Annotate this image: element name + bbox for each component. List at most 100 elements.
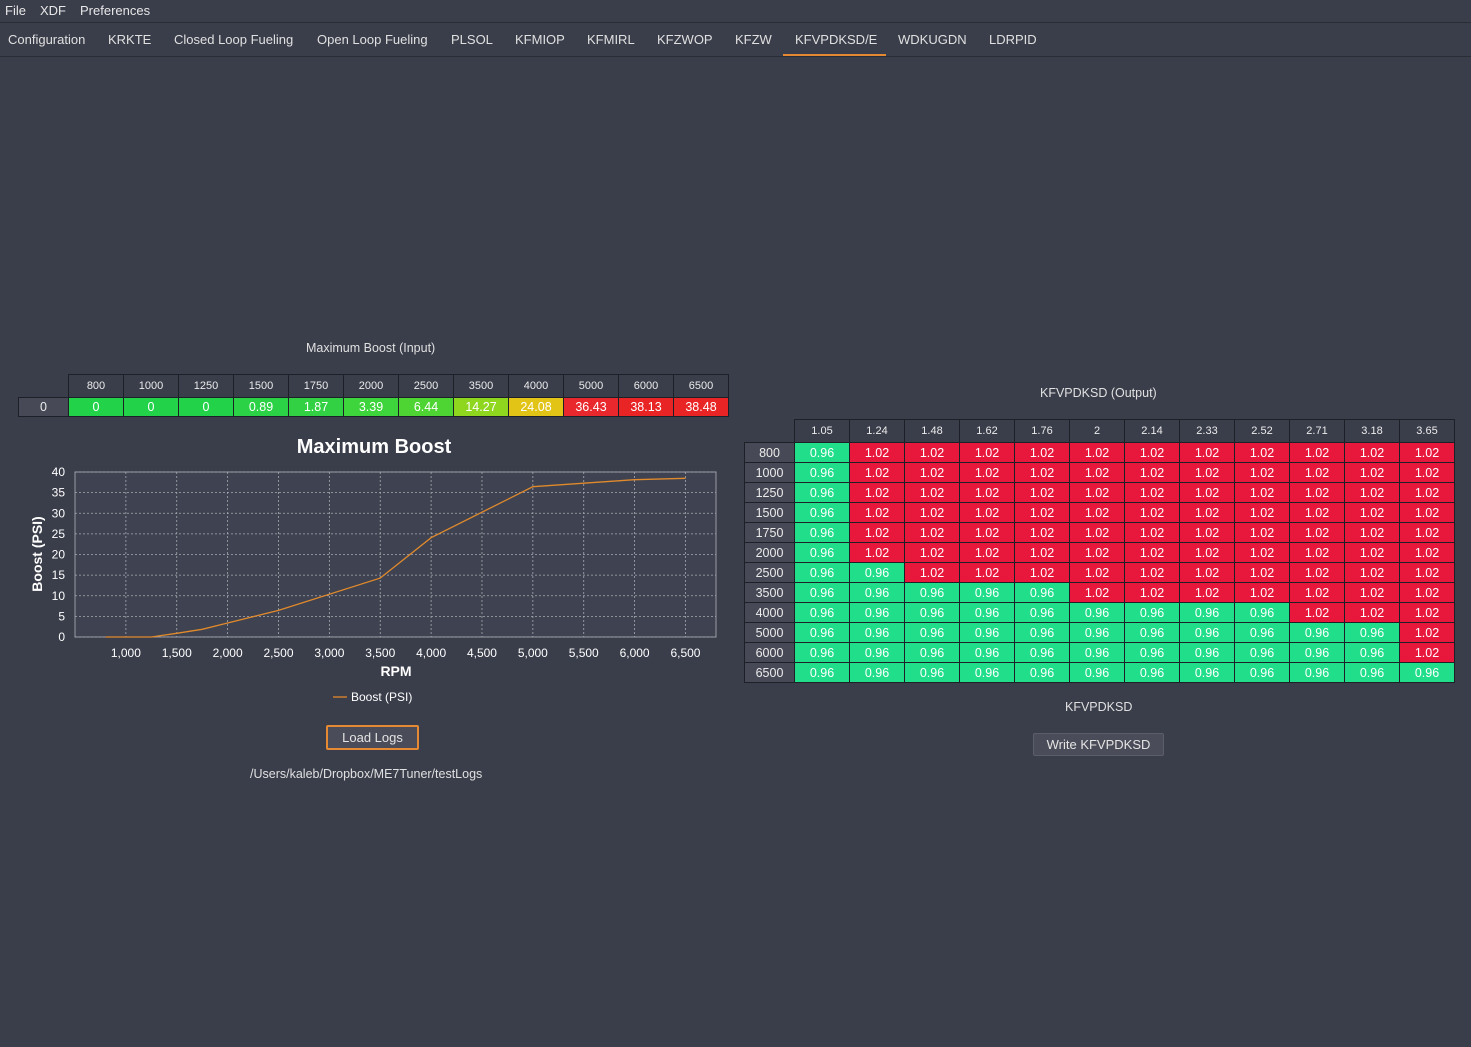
output-cell[interactable]: 1.02 [1234, 562, 1290, 583]
input-cell[interactable]: 38.48 [673, 397, 729, 417]
output-cell[interactable]: 0.96 [1234, 642, 1290, 663]
input-cell[interactable]: 24.08 [508, 397, 564, 417]
output-cell[interactable]: 1.02 [1399, 562, 1455, 583]
output-cell[interactable]: 1.02 [959, 482, 1015, 503]
tab-closed-loop-fueling[interactable]: Closed Loop Fueling [172, 32, 295, 56]
output-cell[interactable]: 1.02 [1014, 502, 1070, 523]
output-cell[interactable]: 0.96 [794, 442, 850, 463]
output-cell[interactable]: 1.02 [1289, 522, 1345, 543]
input-cell[interactable]: 0 [178, 397, 234, 417]
tab-kfzwop[interactable]: KFZWOP [655, 32, 715, 56]
output-cell[interactable]: 1.02 [1069, 442, 1125, 463]
output-cell[interactable]: 0.96 [849, 662, 905, 683]
output-cell[interactable]: 1.02 [1399, 482, 1455, 503]
output-cell[interactable]: 0.96 [1179, 602, 1235, 623]
input-cell[interactable]: 3.39 [343, 397, 399, 417]
output-cell[interactable]: 1.02 [1124, 522, 1180, 543]
menu-file[interactable]: File [5, 3, 26, 18]
output-cell[interactable]: 1.02 [849, 502, 905, 523]
tab-configuration[interactable]: Configuration [6, 32, 87, 56]
output-cell[interactable]: 1.02 [1124, 582, 1180, 603]
input-cell[interactable]: 6.44 [398, 397, 454, 417]
tab-krkte[interactable]: KRKTE [106, 32, 153, 56]
output-cell[interactable]: 1.02 [1234, 582, 1290, 603]
output-cell[interactable]: 1.02 [904, 482, 960, 503]
tab-plsol[interactable]: PLSOL [449, 32, 495, 56]
output-cell[interactable]: 0.96 [1069, 622, 1125, 643]
output-cell[interactable]: 1.02 [1179, 562, 1235, 583]
input-cell[interactable]: 0 [123, 397, 179, 417]
output-cell[interactable]: 0.96 [904, 662, 960, 683]
output-cell[interactable]: 1.02 [1399, 542, 1455, 563]
output-cell[interactable]: 0.96 [904, 622, 960, 643]
output-cell[interactable]: 1.02 [1124, 562, 1180, 583]
output-cell[interactable]: 1.02 [1124, 442, 1180, 463]
output-cell[interactable]: 1.02 [1069, 462, 1125, 483]
output-cell[interactable]: 1.02 [1179, 442, 1235, 463]
output-cell[interactable]: 1.02 [1234, 442, 1290, 463]
output-cell[interactable]: 0.96 [1124, 602, 1180, 623]
output-cell[interactable]: 1.02 [849, 442, 905, 463]
output-cell[interactable]: 1.02 [849, 522, 905, 543]
output-cell[interactable]: 1.02 [1124, 482, 1180, 503]
output-cell[interactable]: 0.96 [849, 642, 905, 663]
output-cell[interactable]: 1.02 [1289, 502, 1345, 523]
write-kfvpdksd-button[interactable]: Write KFVPDKSD [1033, 733, 1164, 756]
output-cell[interactable]: 0.96 [794, 622, 850, 643]
output-cell[interactable]: 0.96 [794, 482, 850, 503]
output-cell[interactable]: 0.96 [1289, 662, 1345, 683]
output-cell[interactable]: 1.02 [1399, 502, 1455, 523]
output-cell[interactable]: 1.02 [1234, 462, 1290, 483]
output-cell[interactable]: 0.96 [1234, 622, 1290, 643]
tab-open-loop-fueling[interactable]: Open Loop Fueling [315, 32, 430, 56]
output-cell[interactable]: 0.96 [904, 582, 960, 603]
output-cell[interactable]: 1.02 [1069, 542, 1125, 563]
output-cell[interactable]: 0.96 [904, 602, 960, 623]
input-cell[interactable]: 14.27 [453, 397, 509, 417]
output-cell[interactable]: 1.02 [1344, 462, 1400, 483]
output-cell[interactable]: 0.96 [959, 582, 1015, 603]
output-cell[interactable]: 1.02 [1014, 462, 1070, 483]
output-cell[interactable]: 0.96 [849, 602, 905, 623]
output-cell[interactable]: 1.02 [959, 522, 1015, 543]
output-cell[interactable]: 1.02 [1399, 602, 1455, 623]
output-cell[interactable]: 1.02 [1014, 542, 1070, 563]
output-cell[interactable]: 1.02 [1069, 562, 1125, 583]
output-cell[interactable]: 1.02 [1344, 482, 1400, 503]
output-cell[interactable]: 0.96 [1344, 622, 1400, 643]
output-cell[interactable]: 1.02 [904, 522, 960, 543]
output-cell[interactable]: 0.96 [849, 622, 905, 643]
output-cell[interactable]: 0.96 [794, 662, 850, 683]
output-cell[interactable]: 1.02 [1344, 562, 1400, 583]
output-cell[interactable]: 1.02 [1234, 482, 1290, 503]
output-cell[interactable]: 1.02 [1289, 602, 1345, 623]
tab-kfvpdksd[interactable]: KFVPDKSD/E [783, 32, 886, 56]
output-cell[interactable]: 0.96 [1014, 622, 1070, 643]
output-cell[interactable]: 1.02 [1014, 522, 1070, 543]
output-cell[interactable]: 1.02 [1344, 542, 1400, 563]
output-cell[interactable]: 1.02 [1234, 522, 1290, 543]
output-cell[interactable]: 0.96 [959, 642, 1015, 663]
output-cell[interactable]: 0.96 [1124, 662, 1180, 683]
output-cell[interactable]: 0.96 [1179, 662, 1235, 683]
output-cell[interactable]: 1.02 [849, 462, 905, 483]
output-cell[interactable]: 0.96 [959, 662, 1015, 683]
output-cell[interactable]: 1.02 [1069, 582, 1125, 603]
tab-kfzw[interactable]: KFZW [733, 32, 774, 56]
input-cell[interactable]: 36.43 [563, 397, 619, 417]
output-cell[interactable]: 1.02 [959, 442, 1015, 463]
output-cell[interactable]: 0.96 [794, 582, 850, 603]
output-cell[interactable]: 1.02 [1399, 442, 1455, 463]
output-cell[interactable]: 1.02 [1014, 442, 1070, 463]
output-cell[interactable]: 0.96 [1124, 642, 1180, 663]
output-cell[interactable]: 1.02 [1344, 502, 1400, 523]
output-cell[interactable]: 1.02 [904, 502, 960, 523]
output-cell[interactable]: 1.02 [1289, 442, 1345, 463]
output-cell[interactable]: 0.96 [1014, 662, 1070, 683]
output-cell[interactable]: 1.02 [1344, 442, 1400, 463]
output-cell[interactable]: 1.02 [904, 462, 960, 483]
tab-kfmiop[interactable]: KFMIOP [513, 32, 567, 56]
output-cell[interactable]: 1.02 [1014, 482, 1070, 503]
output-cell[interactable]: 0.96 [794, 602, 850, 623]
output-cell[interactable]: 0.96 [849, 562, 905, 583]
